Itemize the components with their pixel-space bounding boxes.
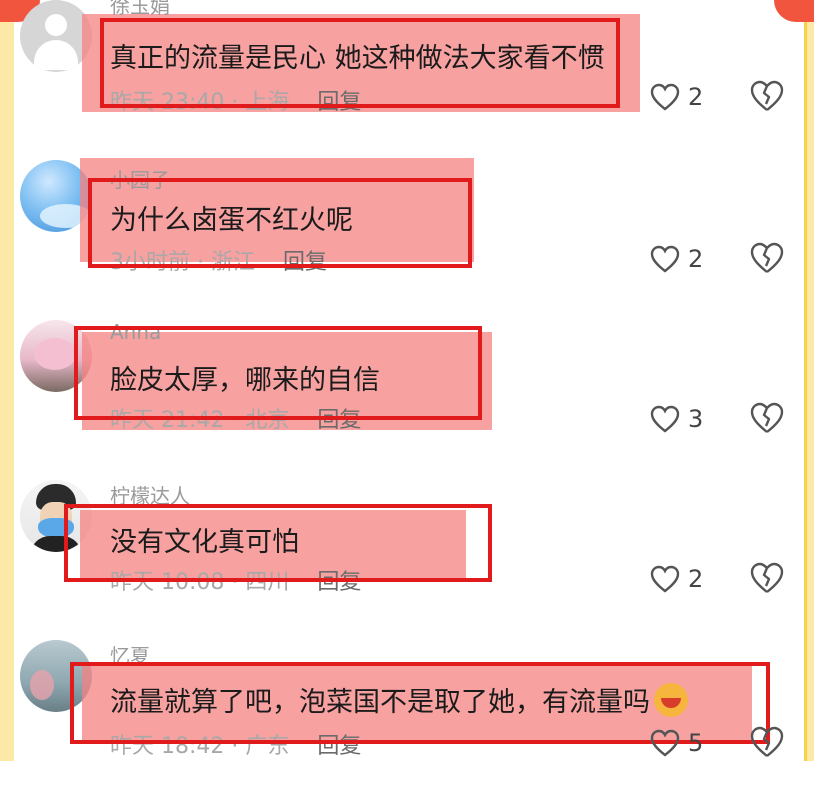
comment-username[interactable]: 徐玉娟: [110, 0, 170, 19]
heart-outline-icon: [650, 405, 680, 433]
avatar-head: [45, 14, 67, 36]
like-button[interactable]: 2: [650, 80, 703, 114]
annotation-box: [74, 326, 482, 420]
comment-item: 柠檬达人 没有文化真可怕 昨天 10:08 · 四川 回复 2: [0, 480, 814, 640]
dislike-button[interactable]: [750, 402, 784, 436]
avatar-body: [34, 40, 78, 70]
annotation-box: [100, 18, 620, 108]
heart-outline-icon: [650, 565, 680, 593]
dislike-button[interactable]: [750, 242, 784, 276]
like-button[interactable]: 2: [650, 242, 703, 276]
like-button[interactable]: 3: [650, 402, 703, 436]
like-count: 2: [688, 83, 704, 111]
like-button[interactable]: 2: [650, 562, 703, 596]
like-count: 2: [688, 245, 704, 273]
heart-outline-icon: [650, 729, 680, 757]
heart-outline-icon: [650, 245, 680, 273]
comment-item: 小园子 为什么卤蛋不红火呢 3小时前 · 浙江 回复 2: [0, 158, 814, 320]
annotation-box: [64, 504, 492, 582]
like-button[interactable]: 5: [650, 726, 703, 760]
like-count: 3: [688, 405, 704, 433]
broken-heart-icon: [750, 80, 784, 112]
broken-heart-icon: [750, 242, 784, 274]
dislike-button[interactable]: [750, 562, 784, 596]
comment-item: Anna 脸皮太厚，哪来的自信 昨天 21:42 · 北京 回复 3: [0, 320, 814, 480]
annotation-box: [88, 178, 472, 268]
comment-item: 徐玉娟 真正的流量是民心 她这种做法大家看不惯 昨天 23:40 · 上海 回复 …: [0, 0, 814, 160]
comment-item: 忆夏 流量就算了吧，泡菜国不是取了她，有流量吗 昨天 18:42 · 广东 回复 …: [0, 640, 814, 800]
dislike-button[interactable]: [750, 80, 784, 114]
dislike-button[interactable]: [750, 726, 784, 760]
broken-heart-icon: [750, 562, 784, 594]
like-count: 2: [688, 565, 704, 593]
broken-heart-icon: [750, 726, 784, 758]
broken-heart-icon: [750, 402, 784, 434]
heart-outline-icon: [650, 83, 680, 111]
like-count: 5: [688, 729, 704, 757]
